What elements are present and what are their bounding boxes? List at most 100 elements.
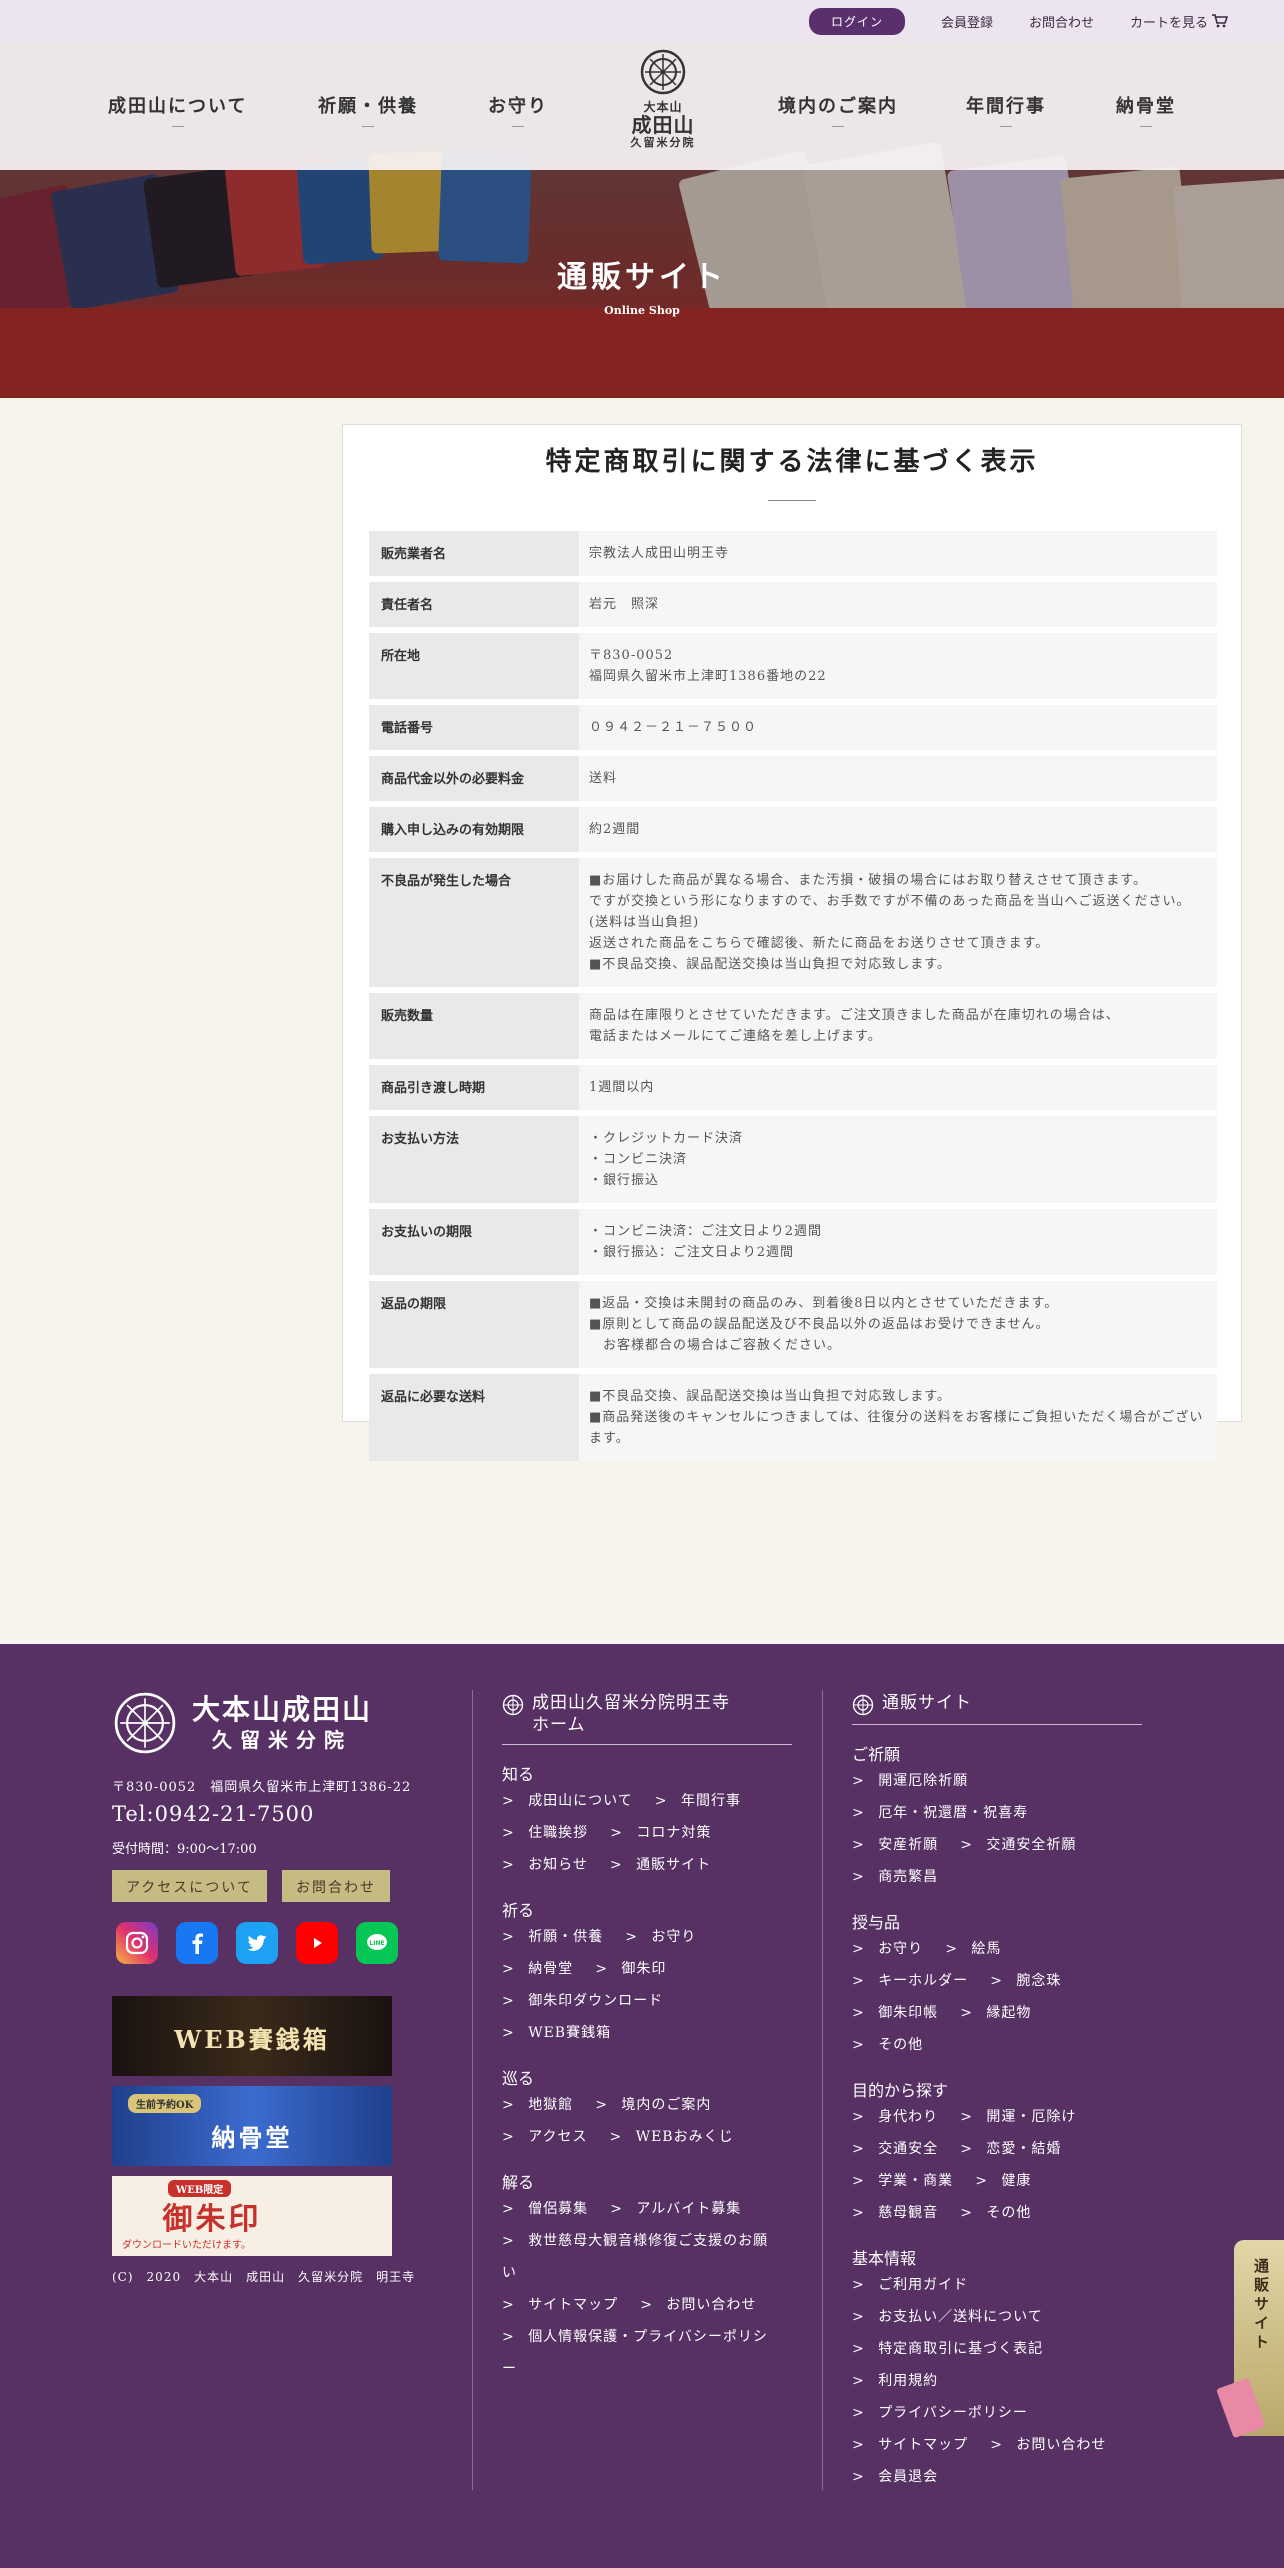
footer-link[interactable]: 年間行事 <box>655 1785 741 1817</box>
footer-link[interactable]: お支払い／送料について <box>852 2301 1043 2333</box>
footer-link[interactable]: プライバシーポリシー <box>852 2397 1028 2429</box>
footer-link[interactable]: 身代わり <box>852 2101 938 2133</box>
footer-link[interactable]: 厄年・祝還暦・祝喜寿 <box>852 1797 1028 1829</box>
law-row-label: お支払い方法 <box>369 1116 579 1203</box>
footer-link[interactable]: 交通安全祈願 <box>960 1829 1076 1861</box>
footer-link[interactable]: WEBおみくじ <box>610 2121 734 2153</box>
register-link[interactable]: 会員登録 <box>941 12 993 31</box>
footer-link[interactable]: お問い合わせ <box>990 2429 1106 2461</box>
footer-link[interactable]: 開運・厄除け <box>960 2101 1076 2133</box>
footer-link[interactable]: 健康 <box>975 2165 1031 2197</box>
footer-link[interactable]: 成田山について <box>502 1785 633 1817</box>
footer-link[interactable]: 腕念珠 <box>990 1965 1061 1997</box>
law-row-value: ■返品・交換は未開封の商品のみ、到着後8日以内とさせていただきます。 ■原則とし… <box>579 1281 1217 1368</box>
footer-link[interactable]: お守り <box>625 1921 696 1953</box>
footer-link[interactable]: 慈母観音 <box>852 2197 938 2229</box>
goshuin-banner[interactable]: WEB限定 御朱印 ダウンロードいただけます。 <box>112 2176 392 2256</box>
footer-link[interactable]: お問い合わせ <box>640 2289 756 2321</box>
logo-line3: 久留米分院 <box>630 136 696 149</box>
site-logo[interactable]: 大本山 成田山 久留米分院 <box>628 48 698 150</box>
law-disclosure-card: 特定商取引に関する法律に基づく表示 販売業者名 宗教法人成田山明王寺 責任者名 岩元 … <box>342 424 1242 1461</box>
footer-link[interactable]: コロナ対策 <box>610 1817 711 1849</box>
law-row: 責任者名 岩元 照深 <box>369 582 1217 627</box>
footer-contact-button[interactable]: お問合わせ <box>282 1870 390 1902</box>
footer-link[interactable]: その他 <box>960 2197 1031 2229</box>
footer-link[interactable]: 祈願・供養 <box>502 1921 603 1953</box>
law-row-value: ■お届けした商品が異なる場合、また汚損・破損の場合にはお取り替えさせて頂きます。… <box>579 858 1217 987</box>
footer-link[interactable]: 絵馬 <box>945 1933 1001 1965</box>
nav-item-ossuary[interactable]: 納骨堂 <box>1116 92 1176 127</box>
footer-link-list: 成田山について年間行事住職挨拶コロナ対策お知らせ通販サイト <box>502 1785 792 1881</box>
footer-link[interactable]: 境内のご案内 <box>595 2089 711 2121</box>
footer-link[interactable]: 商売繁昌 <box>852 1861 938 1893</box>
footer-link-list: お守り絵馬キーホルダー腕念珠御朱印帳縁起物その他 <box>852 1933 1142 2061</box>
line-icon[interactable]: LINE <box>356 1922 398 1964</box>
footer-link[interactable]: 御朱印帳 <box>852 1997 938 2029</box>
footer-link[interactable]: 僧侶募集 <box>502 2193 588 2225</box>
instagram-icon[interactable] <box>116 1922 158 1964</box>
footer-link[interactable]: 会員退会 <box>852 2461 938 2493</box>
footer-logo[interactable]: 大本山成田山 久留米分院 <box>112 1690 372 1756</box>
footer-link[interactable]: 恋愛・結婚 <box>960 2133 1061 2165</box>
footer-link[interactable]: 御朱印ダウンロード <box>502 1985 663 2017</box>
footer-link[interactable]: 交通安全 <box>852 2133 938 2165</box>
hero-subtitle: Online Shop <box>604 304 680 317</box>
logo-line1: 大本山 <box>643 100 683 114</box>
nav-item-events[interactable]: 年間行事 <box>966 92 1046 127</box>
footer-link[interactable]: 御朱印 <box>595 1953 666 1985</box>
nav-item-omamori[interactable]: お守り <box>488 92 548 127</box>
law-row: 返品に必要な送料 ■不良品交換、誤品配送交換は当山負担で対応致します。 ■商品発送… <box>369 1374 1217 1461</box>
footer-link-list: 開運厄除祈願厄年・祝還暦・祝喜寿安産祈願交通安全祈願商売繁昌 <box>852 1765 1142 1893</box>
footer-tel[interactable]: Tel:0942-21-7500 <box>112 1802 314 1826</box>
main-nav: 成田山について 祈願・供養 お守り 大本山 成田山 久留米分院 境内のご案内 年… <box>0 42 1284 170</box>
footer-col-shop-title: 通販サイト <box>882 1693 972 1713</box>
nav-item-precinct[interactable]: 境内のご案内 <box>778 92 898 127</box>
cart-link[interactable]: カートを見る <box>1130 12 1228 31</box>
law-row-value: ■不良品交換、誤品配送交換は当山負担で対応致します。 ■商品発送後のキャンセルに… <box>579 1374 1217 1461</box>
footer-link[interactable]: 納骨堂 <box>502 1953 573 1985</box>
footer-link[interactable]: サイトマップ <box>852 2429 968 2461</box>
login-button[interactable]: ログイン <box>808 7 905 35</box>
nav-item-about[interactable]: 成田山について <box>108 92 247 127</box>
contact-link[interactable]: お問合わせ <box>1029 12 1094 31</box>
footer-link[interactable]: WEB賽銭箱 <box>502 2017 611 2049</box>
footer-link[interactable]: 縁起物 <box>960 1997 1031 2029</box>
title-divider <box>768 500 816 501</box>
youtube-icon[interactable] <box>296 1922 338 1964</box>
footer-link[interactable]: お守り <box>852 1933 923 1965</box>
footer-link[interactable]: お知らせ <box>502 1849 588 1881</box>
facebook-icon[interactable] <box>176 1922 218 1964</box>
footer-link[interactable]: 地獄館 <box>502 2089 573 2121</box>
footer-link[interactable]: 利用規約 <box>852 2365 938 2397</box>
footer-link[interactable]: サイトマップ <box>502 2289 618 2321</box>
footer-group-title: ご祈願 <box>852 1745 901 1764</box>
access-button[interactable]: アクセスについて <box>112 1870 267 1902</box>
law-row-label: 所在地 <box>369 633 579 699</box>
law-table: 販売業者名 宗教法人成田山明王寺 責任者名 岩元 照深 所在地 〒830-0052 福岡県… <box>369 525 1217 1467</box>
footer-logo-line1: 大本山成田山 <box>192 1693 373 1726</box>
footer-link[interactable]: アクセス <box>502 2121 588 2153</box>
nokotsudo-banner[interactable]: 生前予約OK 納骨堂 <box>112 2086 392 2166</box>
footer-link[interactable]: キーホルダー <box>852 1965 968 1997</box>
law-row-label: 販売業者名 <box>369 531 579 576</box>
footer-link[interactable]: 救世慈母大観音様修復ご支援のお願い <box>502 2225 770 2289</box>
footer-link[interactable]: 通販サイト <box>610 1849 711 1881</box>
footer: 大本山成田山 久留米分院 〒830-0052 福岡県久留米市上津町1386-22… <box>0 1644 1284 2568</box>
twitter-icon[interactable] <box>236 1922 278 1964</box>
web-saisen-banner[interactable]: WEB賽銭箱 <box>112 1996 392 2076</box>
footer-link[interactable]: 学業・商業 <box>852 2165 953 2197</box>
footer-link[interactable]: 住職挨拶 <box>502 1817 588 1849</box>
law-row-label: 返品に必要な送料 <box>369 1374 579 1461</box>
law-row-value: 岩元 照深 <box>579 582 1217 627</box>
footer-link[interactable]: 開運厄除祈願 <box>852 1765 968 1797</box>
law-row-label: 不良品が発生した場合 <box>369 858 579 987</box>
footer-link[interactable]: アルバイト募集 <box>610 2193 741 2225</box>
footer-link[interactable]: その他 <box>852 2029 923 2061</box>
footer-link[interactable]: 特定商取引に基づく表記 <box>852 2333 1043 2365</box>
footer-link[interactable]: 安産祈願 <box>852 1829 938 1861</box>
nav-item-prayer[interactable]: 祈願・供養 <box>318 92 418 127</box>
footer-link[interactable]: ご利用ガイド <box>852 2269 968 2301</box>
footer-link[interactable]: 個人情報保護・プライバシーポリシー <box>502 2321 770 2385</box>
law-row-value: 1週間以内 <box>579 1065 1217 1110</box>
social-links: LINE <box>116 1922 398 1964</box>
